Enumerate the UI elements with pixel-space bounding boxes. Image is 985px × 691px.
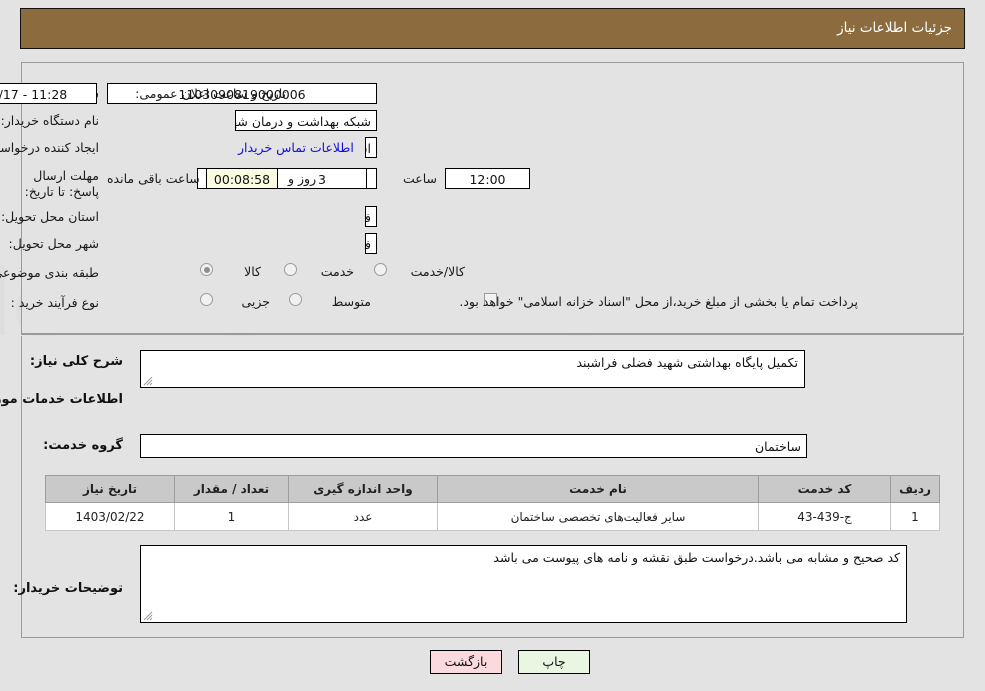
resize-grip-icon-notes[interactable] xyxy=(143,611,153,621)
deadline-time-field: 12:00 xyxy=(445,168,530,189)
category-option-1-label: خدمت xyxy=(320,264,354,279)
panel-divider xyxy=(21,334,964,335)
services-table: ردیف کد خدمت نام خدمت واحد اندازه گیری ت… xyxy=(45,475,940,531)
service-group-field: ساختمان xyxy=(140,434,807,458)
cell-quantity: 1 xyxy=(174,502,289,531)
cell-need-date: 1403/02/22 xyxy=(45,502,175,531)
countdown-field: 00:08:58 xyxy=(206,168,278,189)
buyer-org-label: نام دستگاه خریدار: xyxy=(0,113,99,128)
col-header-row: ردیف xyxy=(890,475,940,503)
days-label: روز و xyxy=(288,171,317,186)
creator-field: اسماعیل اکبری کاریرداز شبکه بهداشت و درم… xyxy=(365,137,377,158)
radio-category-kala[interactable] xyxy=(200,263,213,276)
resize-grip-icon[interactable] xyxy=(143,376,153,386)
buyer-notes-textarea[interactable]: کد صحیح و مشابه می باشد.درخواست طبق نقشه… xyxy=(140,545,907,623)
process-option-1-label: متوسط xyxy=(331,294,371,309)
category-label: طبقه بندی موضوعی: xyxy=(0,265,99,280)
buyer-contact-link[interactable]: اطلاعات تماس خریدار xyxy=(238,140,354,155)
buyer-notes-label: توضیحات خریدار: xyxy=(13,581,123,596)
col-header-unit: واحد اندازه گیری xyxy=(288,475,438,503)
deadline-label: مهلت ارسال پاسخ: تا تاریخ: xyxy=(24,168,99,199)
deadline-time-label: ساعت xyxy=(402,171,437,186)
remaining-hours-label: ساعت باقی مانده xyxy=(107,171,200,186)
service-group-label: گروه خدمت: xyxy=(43,438,123,453)
treasury-bond-text: پرداخت تمام یا بخشی از مبلغ خرید،از محل … xyxy=(459,294,858,309)
page-header-bar: جزئیات اطلاعات نیاز xyxy=(20,8,965,49)
creator-label: ایجاد کننده درخواست: xyxy=(0,140,99,155)
page-title: جزئیات اطلاعات نیاز xyxy=(837,20,952,36)
announce-datetime-label: تاریخ و ساعت اعلان عمومی: xyxy=(135,86,286,101)
services-section-heading: اطلاعات خدمات مورد نیاز xyxy=(0,392,123,407)
back-button[interactable]: بازگشت xyxy=(430,650,502,674)
col-header-need-date: تاریخ نیاز xyxy=(45,475,175,503)
buyer-notes-value: کد صحیح و مشابه می باشد.درخواست طبق نقشه… xyxy=(493,550,900,565)
cell-row: 1 xyxy=(890,502,940,531)
radio-category-khedmat[interactable] xyxy=(284,263,297,276)
print-button[interactable]: چاپ xyxy=(518,650,590,674)
delivery-province-field: فارس xyxy=(365,206,377,227)
cell-unit: عدد xyxy=(288,502,438,531)
table-header-row: ردیف کد خدمت نام خدمت واحد اندازه گیری ت… xyxy=(45,475,940,503)
buyer-org-field: شبکه بهداشت و درمان شهرستان فراشبند xyxy=(235,110,377,131)
page-root: AnaTender .net جزئیات اطلاعات نیاز شماره… xyxy=(0,0,985,691)
cell-service-code: ج-439-43 xyxy=(758,502,891,531)
announce-datetime-field: 11:28 - 1403/02/17 xyxy=(0,83,97,104)
radio-category-kala-khedmat[interactable] xyxy=(374,263,387,276)
general-need-value: تکمیل پایگاه بهداشتی شهید فضلی فراشبند xyxy=(576,355,798,370)
radio-process-jozii[interactable] xyxy=(200,293,213,306)
cell-service-name: سایر فعالیت‌های تخصصی ساختمان xyxy=(437,502,759,531)
delivery-province-label: استان محل تحویل: xyxy=(0,209,99,224)
process-type-label: نوع فرآیند خرید : xyxy=(10,295,99,310)
radio-process-motavaset[interactable] xyxy=(289,293,302,306)
delivery-city-field: فراشبند xyxy=(365,233,377,254)
col-header-service-name: نام خدمت xyxy=(437,475,759,503)
table-row: 1 ج-439-43 سایر فعالیت‌های تخصصی ساختمان… xyxy=(45,502,940,531)
process-option-0-label: جزیی xyxy=(241,294,270,309)
general-need-textarea[interactable]: تکمیل پایگاه بهداشتی شهید فضلی فراشبند xyxy=(140,350,805,388)
category-option-0-label: کالا xyxy=(244,264,261,279)
delivery-city-label: شهر محل تحویل: xyxy=(8,236,99,251)
category-option-2-label: کالا/خدمت xyxy=(410,264,465,279)
col-header-service-code: کد خدمت xyxy=(758,475,891,503)
col-header-quantity: تعداد / مقدار xyxy=(174,475,289,503)
general-need-label: شرح کلی نیاز: xyxy=(29,354,123,369)
